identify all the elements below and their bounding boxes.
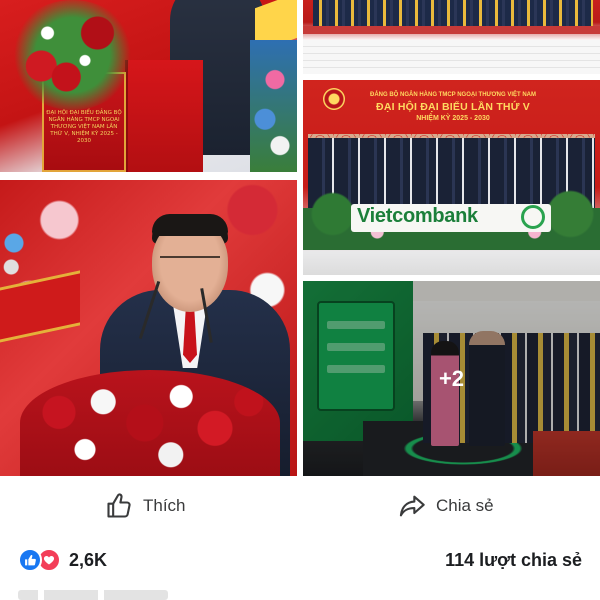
photo-grid: ĐẠI HỘI ĐẠI BIỂU ĐẢNG BỘ NGÂN HÀNG TMCP … bbox=[0, 0, 600, 476]
like-label: Thích bbox=[143, 496, 186, 515]
backdrop-heading: ĐẠI HỘI ĐẠI BIỂU LẦN THỨ V bbox=[376, 101, 530, 113]
backdrop-title: ĐẢNG BỘ NGÂN HÀNG TMCP NGOẠI THƯƠNG VIỆT… bbox=[363, 92, 543, 122]
more-photos-count: +2 bbox=[438, 365, 465, 391]
like-button[interactable]: Thích bbox=[105, 488, 186, 524]
reaction-count: 2,6K bbox=[69, 549, 108, 570]
flower-decoration bbox=[250, 40, 297, 172]
vietcombank-logo-icon bbox=[521, 205, 545, 229]
backdrop-subtitle: ĐẢNG BỘ NGÂN HÀNG TMCP NGOẠI THƯƠNG VIỆT… bbox=[370, 92, 536, 98]
flower-arrangement bbox=[10, 0, 135, 110]
glasses bbox=[160, 256, 220, 266]
flower-arrangement bbox=[20, 370, 280, 476]
brand-sign-text: Vietcombank bbox=[357, 205, 478, 227]
stairs bbox=[303, 40, 600, 74]
reactions-summary[interactable]: 2,6K bbox=[18, 548, 107, 572]
share-button[interactable]: Chia sẻ bbox=[398, 488, 494, 524]
next-post-preview bbox=[0, 586, 600, 600]
share-label: Chia sẻ bbox=[436, 496, 494, 515]
stats-row: 2,6K 114 lượt chia sẻ bbox=[0, 534, 600, 586]
podium-text: ĐẠI HỘI ĐẠI BIỂU ĐẢNG BỘ NGÂN HÀNG TMCP … bbox=[46, 110, 122, 144]
stage-group-photo[interactable] bbox=[303, 0, 600, 74]
podium-side bbox=[125, 60, 203, 172]
speaker-hairline bbox=[152, 214, 228, 236]
action-bar: Thích Chia sẻ bbox=[0, 478, 600, 534]
speaker-closeup-photo[interactable] bbox=[0, 180, 297, 476]
more-photos-overlay[interactable]: +2 bbox=[303, 281, 600, 476]
backdrop-term: NHIỆM KỲ 2025 - 2030 bbox=[416, 115, 490, 122]
share-count[interactable]: 114 lượt chia sẻ bbox=[445, 550, 582, 571]
next-post-text-fragment bbox=[18, 590, 168, 600]
speaker-podium-photo[interactable]: ĐẠI HỘI ĐẠI BIỂU ĐẢNG BỘ NGÂN HÀNG TMCP … bbox=[0, 0, 297, 172]
thumbs-up-icon bbox=[105, 492, 133, 520]
group-row bbox=[313, 0, 593, 26]
share-arrow-icon bbox=[398, 492, 426, 520]
blue-flowers bbox=[0, 225, 28, 285]
delegation-photo[interactable]: ĐẢNG BỘ NGÂN HÀNG TMCP NGOẠI THƯƠNG VIỆT… bbox=[303, 80, 600, 275]
like-reaction-icon bbox=[18, 548, 42, 572]
party-emblem-icon bbox=[323, 88, 345, 110]
stage-edge bbox=[303, 26, 600, 34]
exhibition-photo[interactable]: +2 bbox=[303, 281, 600, 476]
